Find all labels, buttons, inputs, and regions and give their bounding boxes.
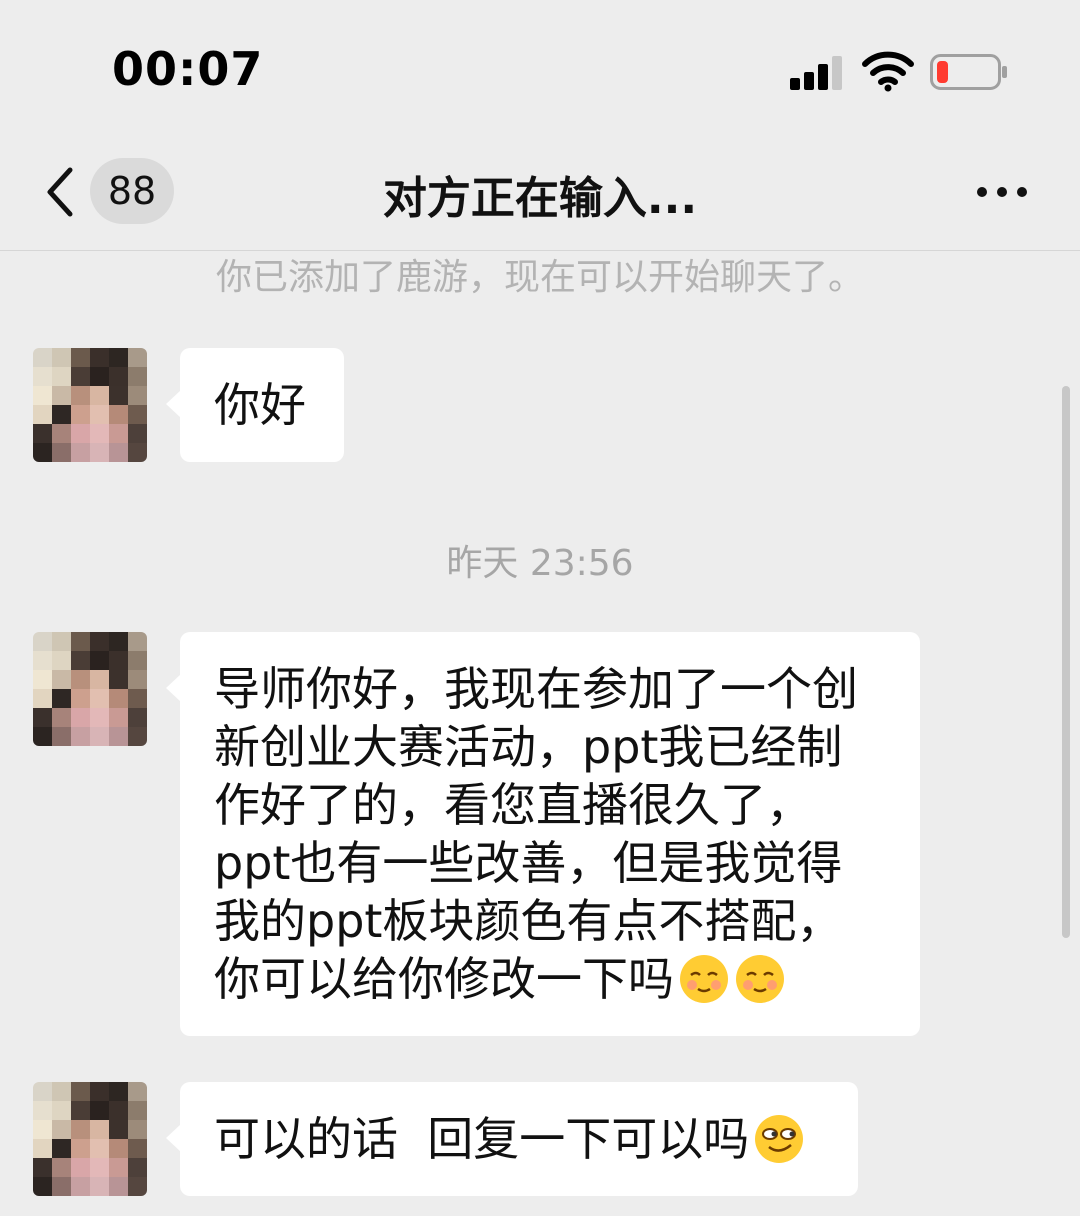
chevron-left-icon[interactable] xyxy=(40,164,80,220)
unread-count-badge[interactable]: 88 xyxy=(90,158,174,224)
avatar[interactable] xyxy=(33,1082,147,1196)
system-notice: 你已添加了鹿游，现在可以开始聊天了。 xyxy=(215,257,864,298)
message-bubble[interactable]: 你好 xyxy=(166,348,344,462)
scrollbar[interactable] xyxy=(1062,386,1070,938)
chat-header: 88 对方正在输入... xyxy=(0,140,1080,251)
signal-icon xyxy=(790,56,842,90)
message-timestamp: 昨天 23:56 xyxy=(446,543,634,584)
message-text: 可以的话 回复一下可以吗 xyxy=(214,1112,750,1166)
message-line: 新创业大赛活动，ppt我已经制 xyxy=(214,720,843,774)
status-time: 00:07 xyxy=(112,42,264,96)
battery-icon xyxy=(930,54,1007,90)
status-bar: 00:07 xyxy=(0,0,1080,140)
avatar-image xyxy=(33,1082,147,1196)
message-line: 我的ppt板块颜色有点不搭配， xyxy=(214,894,843,948)
wifi-icon xyxy=(862,51,914,92)
avatar[interactable] xyxy=(33,632,147,746)
chat-title: 对方正在输入... xyxy=(382,173,698,224)
message-line: 作好了的，看您直播很久了， xyxy=(214,778,812,832)
message-line: 导师你好，我现在参加了一个创 xyxy=(214,662,858,716)
message-line: 你可以给你修改一下吗 xyxy=(214,950,886,1008)
message-text: 你好 xyxy=(214,378,306,432)
message-bubble[interactable]: 导师你好，我现在参加了一个创 新创业大赛活动，ppt我已经制 作好了的，看您直播… xyxy=(166,632,920,1036)
avatar-image xyxy=(33,632,147,746)
message-bubble[interactable]: 可以的话 回复一下可以吗 xyxy=(166,1082,858,1196)
smirk-emoji-icon xyxy=(755,1115,804,1163)
message-text: 你可以给你修改一下吗 xyxy=(214,952,674,1006)
avatar-image xyxy=(33,348,147,462)
avatar[interactable] xyxy=(33,348,147,462)
message-line: ppt也有一些改善，但是我觉得 xyxy=(214,836,843,890)
more-icon[interactable] xyxy=(972,178,1032,206)
blush-emoji-icon xyxy=(736,955,784,1003)
blush-emoji-icon xyxy=(680,955,728,1003)
